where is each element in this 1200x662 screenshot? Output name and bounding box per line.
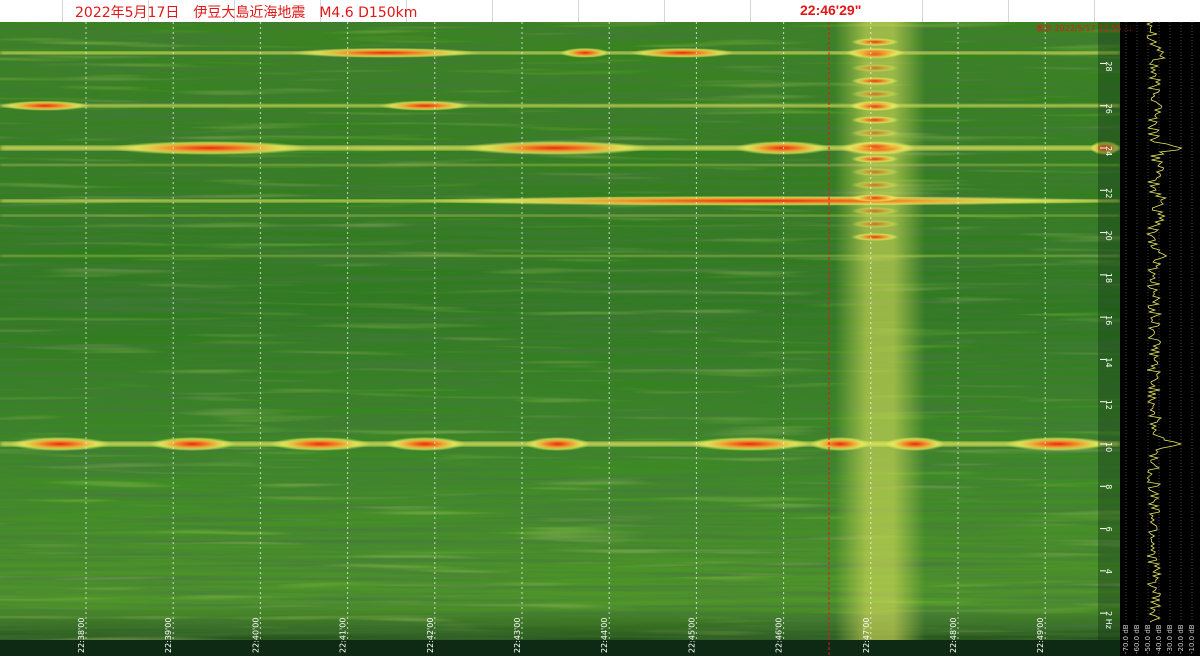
frequency-tick-label: 12 — [1104, 400, 1113, 410]
band-hotspot — [525, 437, 590, 451]
band-hotspot — [690, 437, 810, 451]
time-tick-label: 22:44'00 — [600, 618, 609, 653]
title-grid-line — [664, 0, 665, 22]
time-tick-label: 22:46'00 — [775, 618, 784, 653]
event-hotspot — [851, 233, 899, 241]
band-hotspot — [290, 47, 480, 58]
title-grid-line — [62, 0, 63, 22]
title-grid-line — [750, 0, 751, 22]
noise-bright-texture — [0, 22, 1120, 656]
frequency-tick-label: 8 — [1104, 484, 1113, 489]
event-hotspot — [851, 77, 899, 85]
spectrogram: 22:38'00 22:39'00 22:40'00 22:41'00 22:42'00… — [0, 22, 1120, 656]
spectrogram-plot: 22:38'00 22:39'00 22:40'00 22:41'00 22:42'00… — [0, 22, 1120, 656]
amplitude-axis-label: -50.0 dB — [1144, 624, 1152, 654]
time-tick-label: 22:40'00 — [251, 618, 260, 653]
amplitude-axis-label: -20.0 dB — [1177, 624, 1185, 654]
title-grid-line — [1094, 0, 1095, 22]
event-hotspot — [851, 142, 899, 150]
event-hotspot — [851, 194, 899, 202]
band-hotspot — [1005, 437, 1110, 451]
time-tick-label: 22:41'00 — [339, 618, 348, 653]
waveform-plot: -70.0 dB -60.0 dB -50.0 dB -40.0 dB -30.0 dB… — [1122, 22, 1196, 654]
frequency-tick-label: 6 — [1104, 527, 1113, 532]
title-grid-line — [578, 0, 579, 22]
band-hotspot — [150, 437, 235, 451]
event-hotspot — [851, 116, 899, 124]
band-hotspot — [810, 437, 870, 451]
frequency-tick-label: 16 — [1104, 315, 1113, 325]
event-hotspot — [851, 129, 899, 137]
event-hotspot — [851, 51, 899, 59]
time-tick-label: 22:49'00 — [1036, 618, 1045, 653]
band-hotspot — [10, 437, 110, 451]
frequency-axis: 2 Hz 4 6 8 10 12 14 16 18 20 22 24 26 28 — [1098, 22, 1120, 656]
frequency-band — [0, 214, 1120, 217]
bottom-strip — [0, 656, 1200, 662]
amplitude-axis-label: -60.0 dB — [1133, 624, 1141, 654]
title-grid-line — [922, 0, 923, 22]
title-grid-line — [492, 0, 493, 22]
frequency-tick-label: 14 — [1104, 357, 1113, 367]
time-tick-label: 22:42'00 — [426, 618, 435, 653]
frequency-axis-background — [1098, 22, 1120, 656]
frequency-tick-label: 18 — [1104, 273, 1113, 283]
time-tick-label: 22:48'00 — [949, 618, 958, 653]
frequency-tick-label: 10 — [1104, 442, 1113, 452]
frequency-tick-label: 20 — [1104, 231, 1113, 241]
band-hotspot — [110, 141, 310, 155]
time-tick-label: 22:45'00 — [687, 618, 696, 653]
time-tick-label: 22:39'00 — [164, 618, 173, 653]
frequency-tick-label: 22 — [1104, 188, 1113, 198]
amplitude-axis-label: -70.0 dB — [1122, 624, 1130, 654]
frequency-tick-label: 28 — [1104, 61, 1113, 71]
amplitude-axis-label: -30.0 dB — [1166, 624, 1174, 654]
band-hotspot — [560, 47, 610, 58]
amplitude-trace — [1145, 22, 1183, 623]
event-hotspot — [851, 90, 899, 98]
band-hotspot — [460, 141, 650, 155]
event-hotspot — [851, 103, 899, 111]
event-time-label: 22:46'29" — [800, 2, 862, 18]
event-hotspot — [851, 64, 899, 72]
band-hotspot — [380, 100, 470, 111]
event-hotspot — [851, 38, 899, 46]
time-tick-label: 22:38'00 — [77, 618, 86, 653]
frequency-tick-label: 2 Hz — [1104, 611, 1113, 629]
amplitude-axis-label: -10.0 dB — [1188, 624, 1196, 654]
event-hotspot — [851, 168, 899, 176]
waveform-panel: -70.0 dB -60.0 dB -50.0 dB -40.0 dB -30.0 dB… — [1120, 22, 1200, 656]
panel-header: 表示 2022/5/17 22:55 … — [1036, 24, 1132, 33]
time-tick-label: 22:47'00 — [862, 618, 871, 653]
title-bar: 2022年5月17日 伊豆大島近海地震 M4.6 D150km 22:46'29… — [0, 0, 1200, 22]
chart-title: 2022年5月17日 伊豆大島近海地震 M4.6 D150km — [75, 5, 418, 21]
event-hotspot — [851, 155, 899, 163]
band-hotspot — [0, 100, 90, 111]
band-hotspot — [270, 437, 370, 451]
frequency-band — [0, 163, 1120, 166]
time-tick-label: 22:43'00 — [513, 618, 522, 653]
band-hotspot — [385, 437, 465, 451]
title-grid-line — [1008, 0, 1009, 22]
frequency-tick-label: 4 — [1104, 569, 1113, 574]
frequency-tick-label: 24 — [1104, 146, 1113, 156]
band-hotspot — [735, 141, 830, 155]
event-hotspot — [851, 220, 899, 228]
event-hotspot — [851, 181, 899, 189]
frequency-tick-label: 26 — [1104, 104, 1113, 114]
frequency-band — [0, 104, 1120, 108]
band-hotspot — [630, 47, 735, 58]
band-hotspot — [410, 195, 1120, 206]
amplitude-axis-label: -40.0 dB — [1155, 624, 1163, 654]
band-hotspot — [885, 437, 945, 451]
event-hotspot — [851, 207, 899, 215]
frequency-band — [0, 254, 1120, 257]
